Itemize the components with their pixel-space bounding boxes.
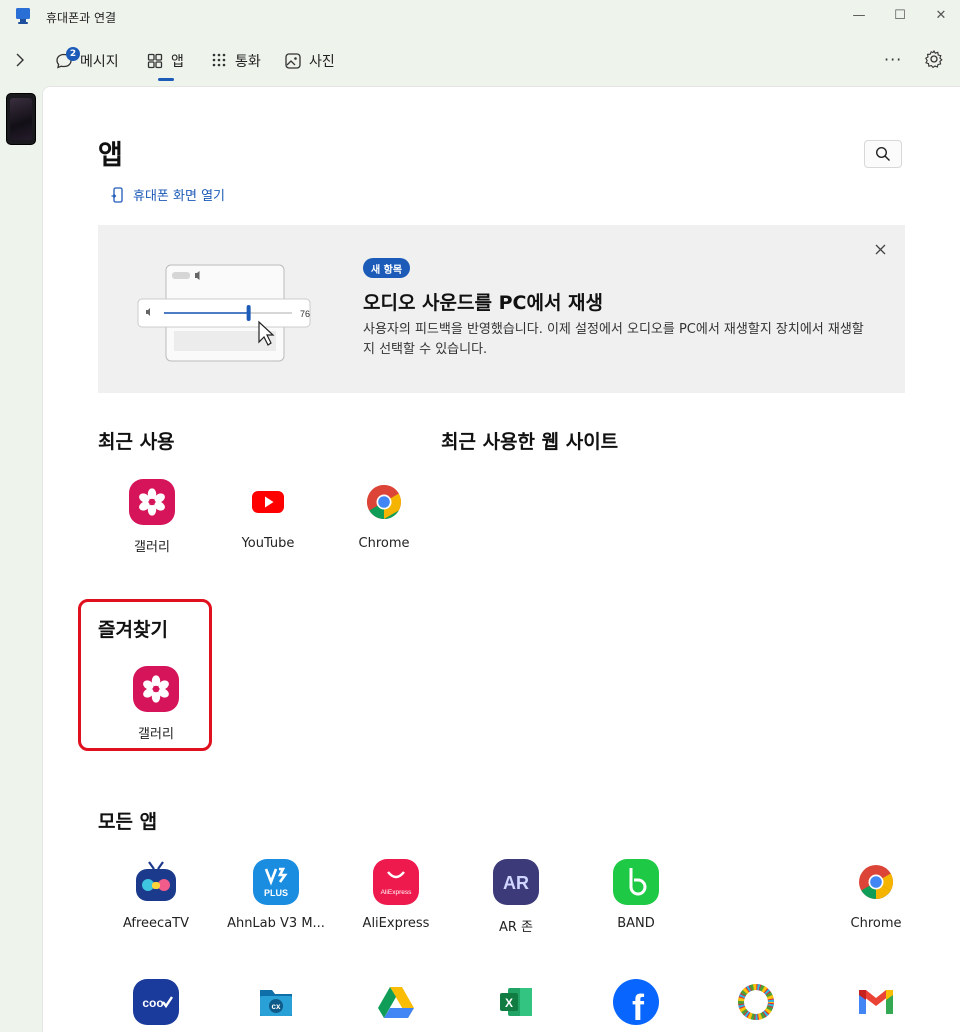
photo-icon (285, 53, 301, 69)
gallery-app-icon (133, 666, 179, 712)
gmail-app-icon (859, 990, 893, 1014)
phone-screen-icon (111, 186, 123, 203)
window-title: 휴대폰과 연결 (46, 11, 117, 25)
afreecatv-app-icon (136, 861, 176, 901)
cx-file-explorer-icon: cx (260, 990, 292, 1016)
google-drive-icon (378, 987, 414, 1018)
chrome-app-icon (361, 479, 407, 525)
search-icon (875, 146, 891, 162)
close-banner-button[interactable] (872, 241, 888, 257)
app-label: AR 존 (498, 920, 534, 935)
title-bar: 휴대폰과 연결 — ☐ ✕ (0, 0, 960, 32)
youtube-app-icon (245, 479, 291, 525)
recent-app-chrome[interactable]: Chrome (326, 478, 442, 568)
section-all-apps: 모든 앱 (98, 811, 158, 833)
search-button[interactable] (864, 140, 902, 168)
slider-value-label: 76 (300, 309, 310, 319)
audio-slider-illustration: 76 (137, 264, 311, 362)
active-tab-indicator (158, 78, 174, 81)
tab-calls[interactable]: 통화 (210, 48, 261, 74)
app-google-drive[interactable] (338, 978, 454, 1032)
app-aliexpress[interactable]: AliExpress AliExpress (338, 858, 454, 948)
app-label: BAND (617, 916, 655, 931)
new-feature-banner: 76 새 항목 오디오 사운드를 PC에서 재생 사용자의 피드백을 반영했습니… (98, 225, 905, 393)
close-window-button[interactable]: ✕ (918, 0, 960, 30)
favorite-app-gallery[interactable]: 갤러리 (98, 665, 214, 755)
close-icon (875, 244, 885, 254)
tab-label: 앱 (171, 54, 184, 70)
app-label: AhnLab V3 M... (227, 916, 325, 931)
app-afreecatv[interactable]: AfreecaTV (98, 858, 214, 948)
app-cx-files[interactable]: cx (218, 978, 334, 1032)
app-label: AfreecaTV (122, 916, 189, 931)
app-coov[interactable]: coo (98, 978, 214, 1032)
gallery-app-icon (129, 479, 175, 525)
maximize-button[interactable]: ☐ (877, 0, 923, 30)
chevron-right-icon (16, 53, 24, 67)
excel-icon-text: X (505, 996, 513, 1010)
new-item-chip: 새 항목 (363, 258, 411, 278)
app-band[interactable]: BAND (578, 858, 694, 948)
section-favorites: 즐겨찾기 (98, 619, 168, 641)
apps-icon (147, 53, 163, 69)
app-chrome[interactable]: Chrome (818, 858, 934, 948)
tab-label: 메시지 (80, 54, 119, 70)
banner-description: 사용자의 피드백을 반영했습니다. 이제 설정에서 오디오를 PC에서 재생할지… (363, 322, 864, 357)
sdg-wheel-icon (738, 984, 774, 1020)
app-label: 갤러리 (134, 540, 170, 555)
app-excel[interactable]: X (458, 978, 574, 1032)
app-sdgs[interactable] (698, 978, 814, 1032)
ahnlab-v3-app-icon: PLUS (253, 859, 299, 905)
band-app-icon (613, 859, 659, 905)
tab-apps[interactable]: 앱 (146, 48, 184, 74)
aliexpress-app-icon: AliExpress (373, 859, 419, 905)
app-gmail[interactable] (818, 978, 934, 1032)
tab-photos[interactable]: 사진 (284, 48, 335, 74)
settings-gear-icon[interactable] (924, 49, 944, 69)
aliexpress-icon-text: AliExpress (381, 889, 412, 896)
minimize-button[interactable]: — (836, 0, 882, 30)
app-label: Chrome (358, 536, 410, 551)
coov-icon-text: coo (142, 996, 163, 1010)
ar-zone-app-icon: AR (493, 859, 539, 905)
chrome-app-icon (853, 859, 899, 905)
open-phone-screen-label: 휴대폰 화면 열기 (133, 189, 225, 204)
section-recent: 최근 사용 (98, 431, 175, 453)
app-ar-zone[interactable]: AR AR 존 (458, 858, 574, 948)
coov-app-icon: coo (133, 979, 179, 1025)
expand-sidebar-button[interactable] (10, 50, 30, 70)
app-label: 갤러리 (138, 727, 174, 742)
app-label: Chrome (850, 916, 902, 931)
facebook-icon-text: f (632, 987, 645, 1026)
nav-bar: 2 메시지 앱 통화 사진 ··· (0, 36, 960, 86)
excel-app-icon: X (500, 988, 532, 1016)
app-facebook[interactable]: f (578, 978, 694, 1032)
recent-app-gallery[interactable]: 갤러리 (94, 478, 210, 568)
v3-plus-text: PLUS (264, 888, 288, 898)
ar-icon-text: AR (503, 873, 529, 893)
app-ahnlab-v3[interactable]: PLUS AhnLab V3 M... (218, 858, 334, 948)
message-badge: 2 (66, 47, 80, 61)
tab-label: 통화 (235, 54, 261, 70)
page-title: 앱 (98, 140, 123, 171)
section-recent-websites: 최근 사용한 웹 사이트 (441, 431, 619, 453)
tab-messages[interactable]: 2 메시지 (55, 47, 119, 74)
open-phone-screen-link[interactable]: 휴대폰 화면 열기 (111, 185, 225, 204)
apps-panel: 앱 휴대폰 화면 열기 76 새 항목 오디오 사운드를 PC에서 재생 사용자… (42, 86, 960, 1032)
recent-app-youtube[interactable]: YouTube (210, 478, 326, 568)
dialpad-icon (212, 53, 226, 67)
banner-title: 오디오 사운드를 PC에서 재생 (363, 292, 603, 314)
app-label: AliExpress (362, 916, 430, 931)
connected-phone-thumbnail[interactable] (7, 94, 35, 144)
app-label: YouTube (241, 536, 295, 551)
phone-link-app-icon (16, 8, 30, 24)
facebook-app-icon: f (613, 979, 659, 1026)
cx-icon-text: cx (272, 1002, 281, 1011)
more-options-button[interactable]: ··· (884, 50, 902, 69)
tab-label: 사진 (309, 54, 335, 70)
